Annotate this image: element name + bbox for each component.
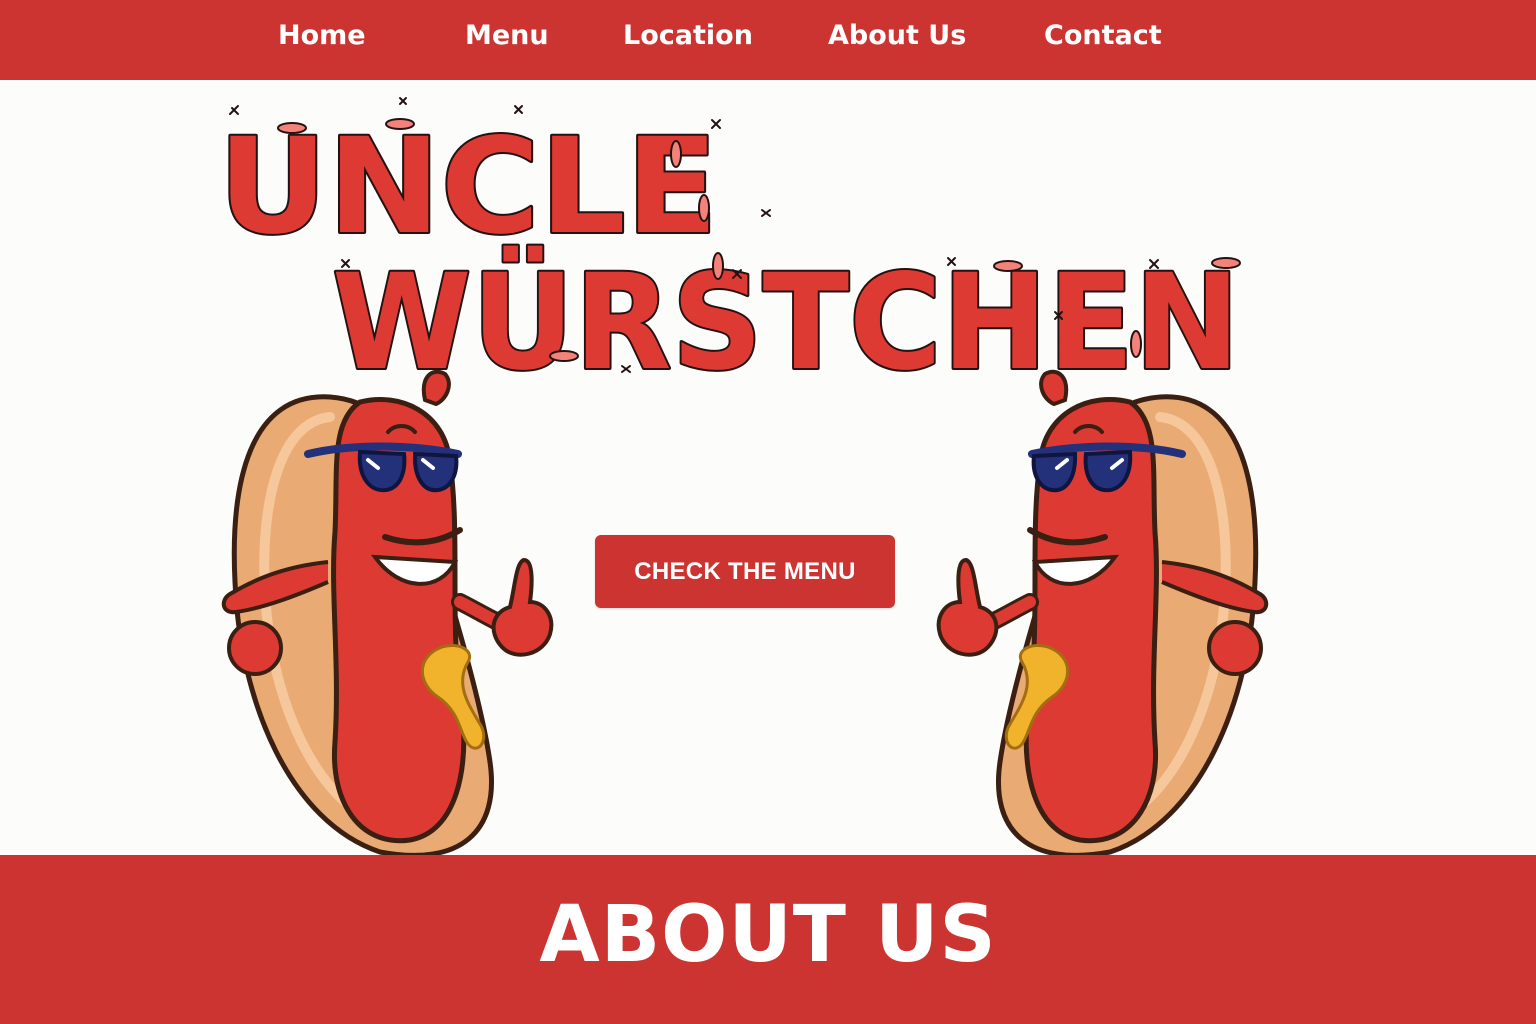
nav-link-home[interactable]: Home [278,18,366,54]
about-us-heading: ABOUT US [539,890,997,980]
hot-dog-mascot-right [936,369,1269,858]
hot-dog-mascot-icon [936,369,1269,858]
uncle-wurstchen-logo: UNCLE WÜRSTCHEN [216,97,1242,380]
hero-section: UNCLE WÜRSTCHEN CHECK THE MENU [0,80,1536,858]
check-the-menu-button[interactable]: CHECK THE MENU [595,535,895,608]
nav-link-location[interactable]: Location [623,18,753,54]
logo-line-2: WÜRSTCHEN [332,246,1240,380]
nav-link-about-us[interactable]: About Us [828,18,966,54]
nav-link-contact[interactable]: Contact [1044,18,1162,54]
nav-link-menu[interactable]: Menu [465,18,549,54]
top-navbar: Home Menu Location About Us Contact [0,0,1536,80]
hot-dog-mascot-left [221,369,554,858]
about-us-section: ABOUT US [0,855,1536,1024]
hot-dog-mascot-icon [221,369,554,858]
